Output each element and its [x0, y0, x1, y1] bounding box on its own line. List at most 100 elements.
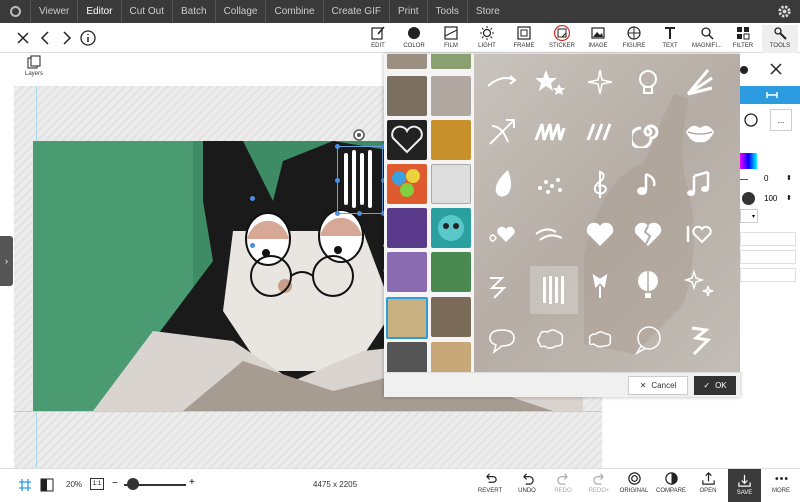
more-options-button[interactable]: ...	[770, 109, 792, 131]
original-button[interactable]: ORIGINAL	[617, 471, 651, 501]
sticker-treble-clef[interactable]	[584, 168, 616, 200]
tool-sticker[interactable]: STICKER	[544, 25, 580, 53]
tool-edit[interactable]: EDIT	[360, 25, 396, 53]
layers-button[interactable]: Layers	[18, 55, 50, 85]
sticker-sparkle[interactable]	[584, 66, 616, 98]
sticker-tulip[interactable]	[584, 268, 616, 300]
sticker-cloud-bubble[interactable]	[534, 324, 566, 356]
sticker-category-thumb[interactable]	[387, 252, 427, 292]
sticker-category-thumb[interactable]	[387, 164, 427, 204]
app-logo-icon[interactable]	[0, 0, 30, 23]
spinner-icon[interactable]: ⬍	[786, 174, 792, 182]
spinner-icon[interactable]: ⬍	[786, 194, 792, 202]
zoom-in-icon[interactable]: +	[189, 477, 195, 488]
nav-create-gif[interactable]: Create GIF	[322, 0, 389, 23]
pin-icon[interactable]	[766, 90, 778, 100]
sticker-category-thumb[interactable]	[387, 120, 427, 160]
resize-handle[interactable]	[335, 178, 340, 183]
sticker-spiral[interactable]	[632, 116, 664, 148]
side-panel-toggle[interactable]: ›	[0, 236, 13, 286]
sticker-category-thumb[interactable]	[387, 208, 427, 248]
properties-field[interactable]	[740, 250, 796, 264]
sticker-category-thumb-selected[interactable]	[386, 297, 428, 339]
sticker-category-thumb[interactable]	[431, 342, 471, 372]
compare-view-icon[interactable]	[40, 478, 54, 492]
properties-field[interactable]	[740, 268, 796, 282]
sticker-lines-selected[interactable]	[538, 274, 570, 306]
sticker-dashes[interactable]	[584, 116, 616, 148]
nav-collage[interactable]: Collage	[214, 0, 266, 23]
revert-button[interactable]: REVERT	[473, 471, 507, 501]
cancel-button[interactable]: ✕ Cancel	[628, 376, 688, 395]
color-dot[interactable]	[740, 66, 748, 74]
nav-editor[interactable]: Editor	[77, 0, 120, 23]
rotate-icon[interactable]	[742, 111, 760, 129]
rotate-handle-icon[interactable]	[352, 128, 366, 142]
sticker-stars[interactable]	[534, 66, 566, 98]
tool-magnifier[interactable]: MAGNIFI...	[689, 25, 725, 53]
sticker-scribble[interactable]	[534, 116, 566, 148]
grid-icon[interactable]	[18, 478, 32, 492]
sticker-hot-air-balloon[interactable]	[632, 268, 664, 300]
sticker-broken-heart[interactable]	[632, 218, 664, 250]
sticker-thought-bubble[interactable]	[584, 324, 616, 356]
tool-text[interactable]: TEXT	[652, 25, 688, 53]
close-icon[interactable]	[769, 62, 783, 76]
sticker-category-thumb[interactable]	[431, 120, 471, 160]
sticker-round-bubble[interactable]	[632, 324, 664, 356]
zoom-level[interactable]: 20%	[66, 480, 82, 489]
sticker-category-thumb[interactable]	[431, 297, 471, 337]
nav-batch[interactable]: Batch	[171, 0, 215, 23]
open-button[interactable]: OPEN	[691, 471, 725, 501]
nav-viewer[interactable]: Viewer	[30, 0, 77, 23]
sticker-selection-box[interactable]	[337, 146, 383, 214]
save-button[interactable]: SAVE	[728, 469, 761, 502]
nav-store[interactable]: Store	[466, 0, 508, 23]
resize-handle[interactable]	[335, 144, 340, 149]
sticker-category-thumb[interactable]	[387, 76, 427, 116]
info-icon[interactable]	[78, 28, 98, 48]
resize-handle[interactable]	[357, 211, 362, 216]
sticker-category-thumb[interactable]	[387, 54, 427, 69]
nav-combine[interactable]: Combine	[265, 0, 322, 23]
resize-handle[interactable]	[250, 196, 255, 201]
sticker-i-love[interactable]	[684, 218, 716, 250]
sticker-bow-arrow[interactable]	[486, 116, 518, 148]
back-arrow-icon[interactable]	[36, 28, 56, 48]
gear-icon[interactable]	[777, 4, 792, 19]
ok-button[interactable]: ✓ OK	[694, 376, 736, 395]
sticker-music-notes[interactable]	[684, 168, 716, 200]
actual-size-button[interactable]: 1:1	[90, 478, 104, 490]
sticker-drop[interactable]	[486, 168, 518, 200]
sticker-category-thumb[interactable]	[431, 76, 471, 116]
sticker-lightbulb[interactable]	[632, 66, 664, 98]
nav-cutout[interactable]: Cut Out	[120, 0, 172, 23]
more-button[interactable]: MORE	[764, 471, 798, 501]
sticker-category-list[interactable]	[384, 54, 474, 372]
tool-light[interactable]: LIGHT	[469, 25, 505, 53]
rotation-slider[interactable]	[740, 179, 748, 180]
resize-handle[interactable]	[250, 243, 255, 248]
properties-field[interactable]	[740, 232, 796, 246]
tool-filter[interactable]: FILTER	[725, 25, 761, 53]
sticker-category-thumb[interactable]	[431, 208, 471, 248]
sticker-category-thumb[interactable]	[431, 252, 471, 292]
undo-button[interactable]: UNDO	[510, 471, 544, 501]
nav-print[interactable]: Print	[388, 0, 427, 23]
sticker-arrow-swoosh[interactable]	[486, 66, 518, 98]
opacity-slider-knob[interactable]	[742, 192, 755, 205]
redo-plus-button[interactable]: REDO+	[582, 471, 616, 501]
sticker-twinkles[interactable]	[684, 268, 716, 300]
sticker-lips[interactable]	[684, 116, 716, 148]
tool-image[interactable]: IMAGE	[580, 25, 616, 53]
tool-color[interactable]: COLOR	[396, 25, 432, 53]
sticker-lines-swoosh[interactable]	[534, 218, 566, 250]
compare-button[interactable]: COMPARE	[654, 471, 688, 501]
zoom-out-icon[interactable]: −	[112, 478, 118, 489]
sticker-category-thumb[interactable]	[431, 164, 471, 204]
sticker-rays[interactable]	[684, 66, 716, 98]
color-picker-swatch[interactable]	[740, 153, 757, 169]
close-icon[interactable]	[13, 28, 33, 48]
tool-figure[interactable]: FIGURE	[616, 25, 652, 53]
sticker-category-thumb[interactable]	[431, 54, 471, 69]
